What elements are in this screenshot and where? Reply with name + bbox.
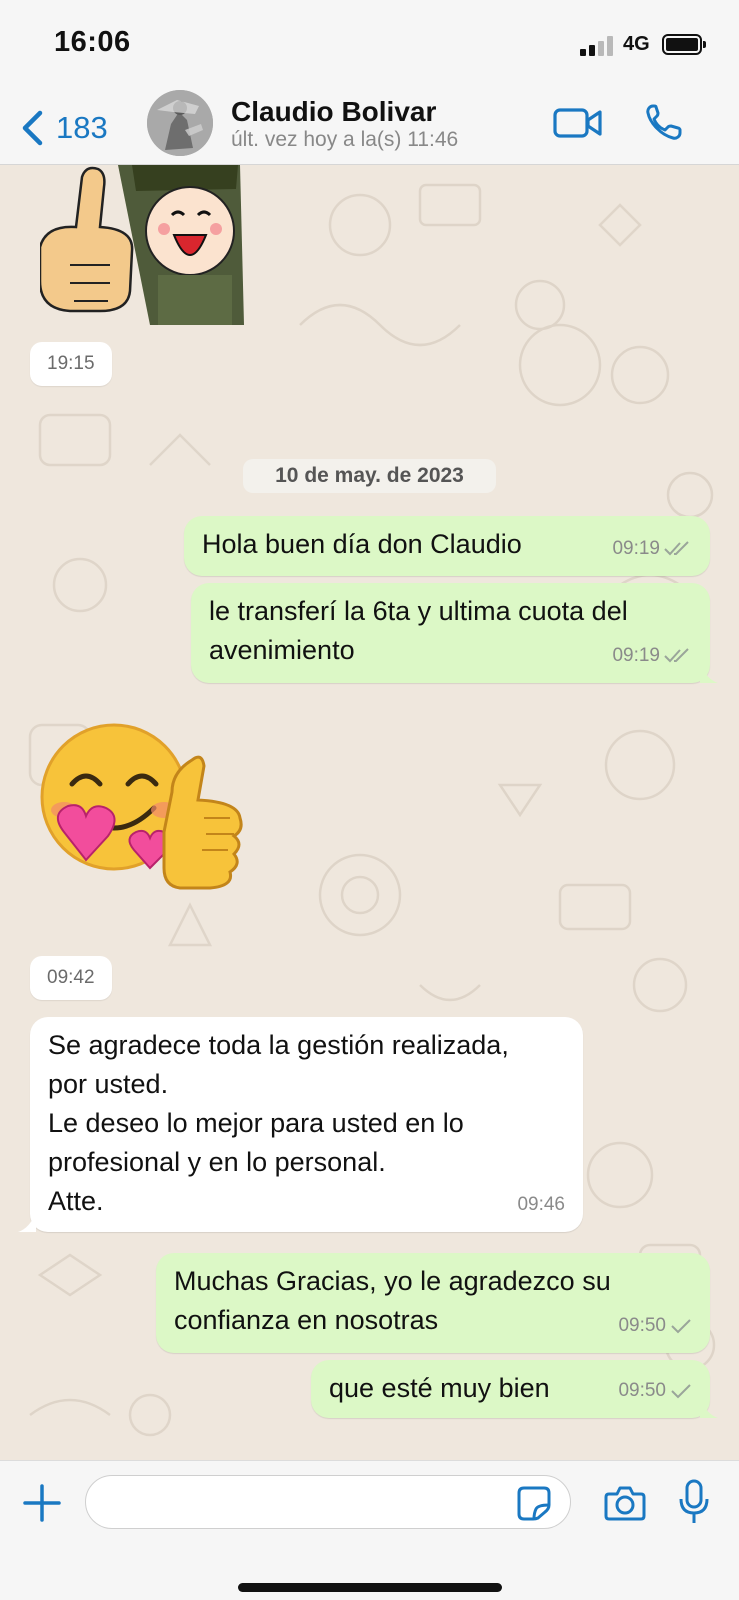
network-label: 4G: [623, 33, 650, 55]
message-text-line: profesional y en lo personal.: [48, 1147, 386, 1177]
chevron-left-icon: [22, 110, 43, 146]
message-text-line: le transferí la 6ta y ultima cuota del: [209, 596, 628, 626]
message-text: que esté muy bien: [329, 1373, 550, 1403]
microphone-icon[interactable]: [678, 1479, 710, 1525]
message-time: 09:19: [612, 538, 660, 559]
check-icon: [671, 1383, 691, 1398]
message-bubble-outgoing[interactable]: Hola buen día don Claudio 09:19: [184, 516, 710, 576]
battery-icon: [662, 34, 706, 55]
status-time: 16:06: [54, 26, 131, 58]
message-meta: 09:50: [618, 1371, 692, 1410]
message-bubble-outgoing[interactable]: le transferí la 6ta y ultima cuota del a…: [191, 583, 710, 683]
message-meta: 09:19: [612, 529, 692, 568]
message-text-line: confianza en nosotras: [174, 1305, 439, 1335]
message-text-line: Muchas Gracias, yo le agradezco su: [174, 1266, 611, 1296]
back-button[interactable]: 183: [20, 108, 108, 148]
sticker-timestamp: 19:15: [30, 342, 112, 386]
message-meta: 09:19: [612, 636, 692, 675]
double-check-icon: [664, 540, 689, 555]
bubble-tail: [700, 663, 718, 683]
chat-area[interactable]: 19:15 10 de may. de 2023 Hola buen día d…: [0, 165, 739, 1460]
home-indicator[interactable]: [238, 1583, 502, 1592]
sticker-icon[interactable]: [516, 1485, 552, 1521]
unread-count: 183: [56, 110, 108, 145]
message-text: Hola buen día don Claudio: [202, 529, 522, 559]
sticker-timestamp: 09:42: [30, 956, 112, 1000]
message-time: 09:50: [618, 1315, 666, 1336]
message-meta: 09:46: [517, 1185, 565, 1224]
camera-icon[interactable]: [604, 1483, 646, 1523]
chat-header: 183 Claudio Bolivar últ. vez hoy a la(s)…: [0, 88, 739, 165]
message-time: 09:19: [612, 645, 660, 666]
plus-icon[interactable]: [22, 1483, 62, 1523]
check-icon: [671, 1318, 691, 1333]
message-input[interactable]: [85, 1475, 571, 1529]
message-bubble-outgoing[interactable]: Muchas Gracias, yo le agradezco su confi…: [156, 1253, 710, 1353]
message-text-line: Se agradece toda la gestión realizada,: [48, 1030, 509, 1060]
message-bubble-incoming[interactable]: Se agradece toda la gestión realizada, p…: [30, 1017, 583, 1232]
message-time: 09:50: [618, 1380, 666, 1401]
message-text-line: por usted.: [48, 1069, 169, 1099]
message-text-line: Le deseo lo mejor para usted en lo: [48, 1108, 464, 1138]
status-bar: 16:06 4G: [0, 0, 739, 88]
soldier-thumbs-up-sticker[interactable]: [40, 165, 252, 325]
smiley-hearts-thumbs-up-sticker[interactable]: [34, 722, 274, 907]
phone-icon[interactable]: [644, 102, 684, 142]
video-icon[interactable]: [553, 105, 603, 141]
message-time: 09:46: [517, 1194, 565, 1215]
signal-icon: [580, 36, 614, 56]
message-composer: [0, 1460, 739, 1600]
bubble-tail: [18, 1212, 36, 1232]
message-text-line: Atte.: [48, 1186, 104, 1216]
message-meta: 09:50: [618, 1306, 692, 1345]
avatar[interactable]: [147, 90, 213, 156]
last-seen-status: últ. vez hoy a la(s) 11:46: [231, 128, 459, 151]
double-check-icon: [664, 647, 689, 662]
contact-name[interactable]: Claudio Bolivar: [231, 96, 436, 128]
bubble-tail: [700, 1398, 718, 1418]
message-bubble-outgoing[interactable]: que esté muy bien 09:50: [311, 1360, 710, 1418]
date-separator: 10 de may. de 2023: [243, 459, 496, 493]
